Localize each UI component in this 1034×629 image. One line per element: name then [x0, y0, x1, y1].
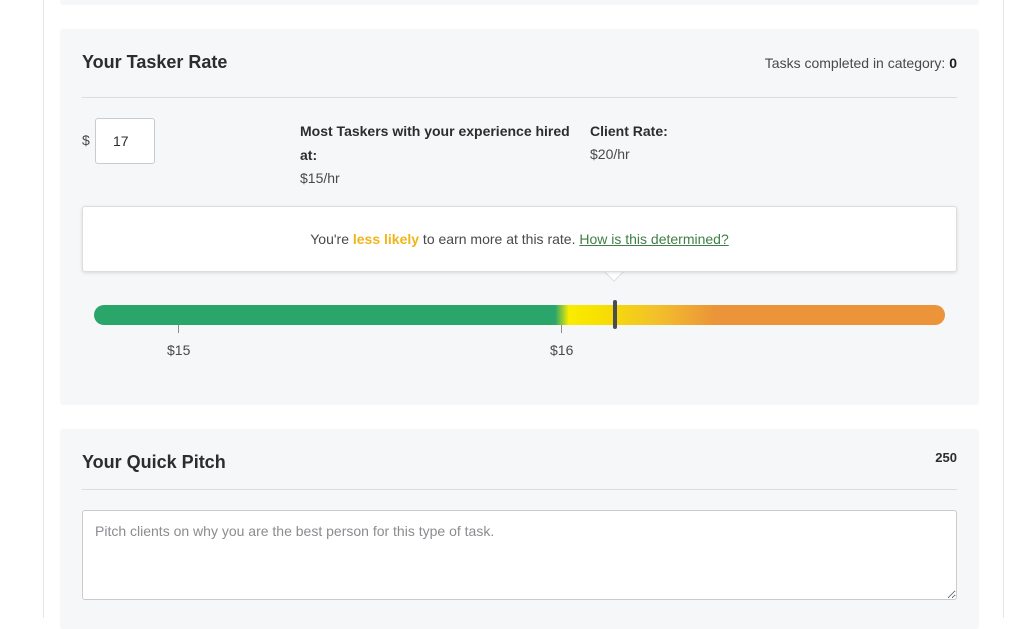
- rate-hint: You're less likely to earn more at this …: [82, 206, 957, 272]
- experience-value: $15/hr: [300, 170, 340, 186]
- rate-input[interactable]: [95, 118, 155, 164]
- hint-emphasis: less likely: [352, 231, 420, 247]
- rate-meter-marker[interactable]: [613, 300, 617, 329]
- client-rate-value: $20/hr: [590, 146, 630, 162]
- rate-meter: [94, 305, 945, 325]
- tasks-completed-label: Tasks completed in category:: [764, 55, 946, 71]
- how-determined-link[interactable]: How is this determined?: [579, 231, 728, 247]
- hint-suffix: to earn more at this rate.: [419, 231, 576, 247]
- quick-pitch-card: Your Quick Pitch 250: [60, 429, 979, 629]
- tasker-rate-title: Your Tasker Rate: [82, 52, 228, 72]
- tick-16: [561, 325, 562, 333]
- divider: [82, 97, 957, 98]
- previous-card: [60, 0, 979, 5]
- client-rate-label: Client Rate:: [590, 123, 668, 139]
- tasks-completed-count: 0: [949, 55, 957, 71]
- tasks-completed: Tasks completed in category: 0: [765, 55, 957, 71]
- hint-prefix: You're: [310, 231, 353, 247]
- tick-label-15: $15: [167, 342, 191, 358]
- pitch-textarea[interactable]: [82, 510, 957, 600]
- pitch-char-count: 250: [935, 450, 957, 465]
- experience-label: Most Taskers with your experience hired …: [300, 123, 570, 163]
- tick-label-16: $16: [550, 342, 574, 358]
- tick-15: [178, 325, 179, 333]
- tasker-rate-card: Your Tasker Rate Tasks completed in cate…: [60, 29, 979, 405]
- quick-pitch-title: Your Quick Pitch: [82, 452, 226, 472]
- divider: [82, 489, 957, 490]
- currency-symbol: $: [82, 132, 90, 148]
